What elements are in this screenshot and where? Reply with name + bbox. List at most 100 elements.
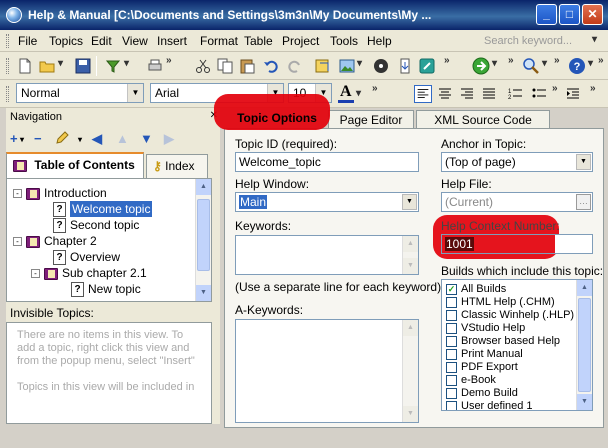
tree-item[interactable]: ? Second topic xyxy=(53,217,139,234)
font-color-dropdown-icon[interactable]: ▾ xyxy=(356,88,361,99)
copy-icon[interactable] xyxy=(216,57,234,75)
build-item[interactable]: Print Manual xyxy=(446,348,523,361)
scroll-up-icon[interactable]: ▲ xyxy=(403,320,418,336)
checkbox-icon[interactable] xyxy=(446,309,457,321)
help-window-select[interactable]: Main ▼ xyxy=(235,192,419,212)
collapse-icon[interactable]: - xyxy=(31,269,40,279)
build-item[interactable]: e-Book xyxy=(446,374,496,387)
scroll-down-icon[interactable]: ▼ xyxy=(403,258,418,274)
invisible-topics-list[interactable]: There are no items in this view. To add … xyxy=(6,322,212,424)
scroll-thumb[interactable] xyxy=(578,298,591,392)
checkbox-icon[interactable] xyxy=(446,374,457,386)
build-item[interactable]: Demo Build xyxy=(446,387,518,400)
browse-forward-icon[interactable] xyxy=(472,57,490,75)
move-right-icon[interactable]: ▶ xyxy=(164,131,174,147)
menu-edit[interactable]: Edit xyxy=(91,34,112,48)
menu-file[interactable]: File xyxy=(18,34,37,48)
search-input[interactable]: Search keyword... xyxy=(478,33,602,49)
menu-project[interactable]: Project xyxy=(282,34,319,48)
help-dropdown-icon[interactable]: ▾ xyxy=(588,58,593,69)
toolbar-overflow-icon-2[interactable]: » xyxy=(444,55,450,66)
anchor-select[interactable]: (Top of page) ▼ xyxy=(441,152,593,172)
maximize-button[interactable]: □ xyxy=(559,4,580,25)
insert-file-icon[interactable] xyxy=(396,57,414,75)
paste-icon[interactable] xyxy=(238,57,256,75)
browse-dropdown-icon[interactable]: ▾ xyxy=(492,58,497,69)
scroll-down-icon[interactable]: ▼ xyxy=(196,285,211,301)
align-left-icon[interactable] xyxy=(414,85,432,103)
format-overflow-icon[interactable]: » xyxy=(372,83,378,94)
chevron-down-icon[interactable]: ▼ xyxy=(576,154,591,170)
indent-overflow-icon[interactable]: » xyxy=(590,83,596,94)
app-icon[interactable] xyxy=(6,7,22,23)
toolbar-overflow-icon-5[interactable]: » xyxy=(598,55,604,66)
toc-tree[interactable]: - Introduction ? Welcome topic ? Second top… xyxy=(6,178,212,302)
image-dropdown-icon[interactable]: ▾ xyxy=(357,58,362,69)
tree-item[interactable]: - Sub chapter 2.1 xyxy=(31,265,147,281)
edit-dropdown-icon[interactable]: ▾ xyxy=(78,135,82,144)
style-select[interactable]: Normal ▼ xyxy=(16,83,144,103)
align-right-icon[interactable] xyxy=(458,85,476,103)
tree-item[interactable]: ? New topic xyxy=(71,281,141,298)
bullet-list-icon[interactable] xyxy=(530,85,548,103)
tab-page-editor[interactable]: Page Editor xyxy=(328,110,414,130)
scroll-up-icon[interactable]: ▲ xyxy=(196,179,211,195)
builds-list[interactable]: ✓ All Builds HTML Help (.CHM) Classic Win… xyxy=(441,279,593,411)
menu-grip[interactable] xyxy=(6,34,9,48)
collapse-icon[interactable]: - xyxy=(13,189,22,199)
new-document-icon[interactable] xyxy=(16,57,34,75)
open-dropdown-icon[interactable]: ▾ xyxy=(58,58,63,69)
toolbar-overflow-icon[interactable]: » xyxy=(166,55,172,66)
checkbox-icon[interactable] xyxy=(446,348,457,360)
indent-icon[interactable] xyxy=(564,85,582,103)
builds-scrollbar[interactable]: ▲ ▼ xyxy=(576,280,592,410)
scroll-down-icon[interactable]: ▼ xyxy=(403,406,418,422)
scroll-down-icon[interactable]: ▼ xyxy=(577,394,592,410)
chevron-down-icon[interactable]: ▼ xyxy=(127,84,143,102)
build-item[interactable]: PDF Export xyxy=(446,361,518,374)
help-icon[interactable]: ? xyxy=(568,57,586,75)
format-toolbar-grip[interactable] xyxy=(6,86,9,102)
numbered-list-icon[interactable]: 12 xyxy=(506,85,524,103)
browse-button[interactable]: … xyxy=(576,194,591,210)
cut-icon[interactable] xyxy=(194,57,212,75)
add-dropdown-icon[interactable]: ▾ xyxy=(20,135,24,144)
move-up-icon[interactable]: ▲ xyxy=(116,131,129,146)
tree-scrollbar[interactable]: ▲ ▼ xyxy=(195,179,211,301)
minimize-button[interactable]: _ xyxy=(536,4,557,25)
toolbar-overflow-icon-4[interactable]: » xyxy=(554,55,560,66)
checkbox-icon[interactable] xyxy=(446,400,457,410)
collapse-icon[interactable]: - xyxy=(13,237,22,247)
chevron-down-icon[interactable]: ▼ xyxy=(402,194,417,210)
add-topic-icon[interactable]: + xyxy=(10,131,18,146)
build-item[interactable]: Classic Winhelp (.HLP) xyxy=(446,309,574,322)
undo-icon[interactable] xyxy=(262,57,280,75)
menu-topics[interactable]: Topics xyxy=(49,34,83,48)
font-color-button[interactable]: A xyxy=(338,84,354,103)
menu-format[interactable]: Format xyxy=(200,34,238,48)
tree-item-selected[interactable]: ? Welcome topic xyxy=(53,201,153,218)
tree-item[interactable]: ? Overview xyxy=(53,249,120,266)
menu-table[interactable]: Table xyxy=(244,34,273,48)
menu-help[interactable]: Help xyxy=(367,34,392,48)
menu-view[interactable]: View xyxy=(122,34,148,48)
insert-plugin-icon[interactable] xyxy=(418,57,436,75)
scroll-up-icon[interactable]: ▲ xyxy=(403,236,418,252)
checkbox-icon[interactable] xyxy=(446,335,457,347)
find-icon[interactable] xyxy=(522,57,540,75)
align-center-icon[interactable] xyxy=(436,85,454,103)
compile-dropdown-icon[interactable]: ▾ xyxy=(124,58,129,69)
close-button[interactable]: ✕ xyxy=(582,4,603,25)
toolbar-overflow-icon-3[interactable]: » xyxy=(508,55,514,66)
topic-id-input[interactable]: Welcome_topic xyxy=(235,152,419,172)
insert-topic-link-icon[interactable] xyxy=(314,57,332,75)
print-icon[interactable] xyxy=(146,57,164,75)
checkbox-icon[interactable] xyxy=(446,387,457,399)
open-folder-icon[interactable] xyxy=(38,57,56,75)
keywords-scrollbar[interactable]: ▲ ▼ xyxy=(402,236,418,274)
build-item[interactable]: HTML Help (.CHM) xyxy=(446,296,555,309)
help-file-input[interactable]: (Current) … xyxy=(441,192,593,212)
compile-icon[interactable] xyxy=(104,57,122,75)
move-left-icon[interactable]: ◀ xyxy=(92,131,102,147)
build-item[interactable]: Browser based Help xyxy=(446,335,560,348)
